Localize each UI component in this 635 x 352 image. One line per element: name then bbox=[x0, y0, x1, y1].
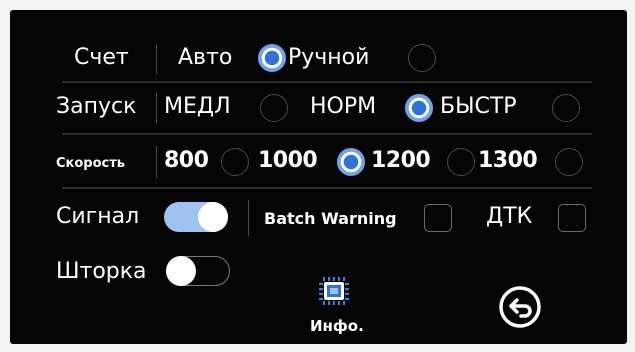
speed-label: Скорость bbox=[56, 156, 125, 171]
count-label: Счет bbox=[74, 45, 129, 70]
count-divider bbox=[156, 44, 157, 74]
count-manual-label: Ручной bbox=[288, 45, 370, 70]
speed-1300-radio[interactable] bbox=[555, 148, 583, 176]
count-manual-radio[interactable] bbox=[408, 44, 436, 72]
speed-1300-label: 1300 bbox=[478, 148, 538, 173]
start-slow-radio[interactable] bbox=[260, 94, 288, 122]
batch-warning-checkbox[interactable] bbox=[424, 204, 452, 232]
info-label: Инфо. bbox=[310, 317, 364, 335]
chip-icon bbox=[319, 277, 349, 305]
info-button[interactable]: Инфо. bbox=[306, 274, 364, 340]
start-fast-radio[interactable] bbox=[552, 94, 580, 122]
dtk-checkbox[interactable] bbox=[558, 204, 586, 232]
toggle-knob bbox=[198, 202, 228, 232]
speed-1200-label: 1200 bbox=[371, 148, 431, 173]
start-slow-label: МЕДЛ bbox=[164, 94, 231, 119]
speed-800-label: 800 bbox=[164, 148, 209, 173]
row-separator bbox=[62, 133, 592, 135]
count-auto-radio[interactable] bbox=[258, 44, 286, 72]
batch-warning-label: Batch Warning bbox=[264, 209, 397, 228]
return-icon[interactable] bbox=[498, 285, 542, 329]
curtain-label: Шторка bbox=[56, 259, 147, 284]
start-fast-label: БЫСТР bbox=[440, 94, 517, 119]
start-label: Запуск bbox=[56, 94, 137, 119]
speed-800-radio[interactable] bbox=[221, 148, 249, 176]
signal-divider bbox=[248, 200, 249, 236]
device-screen: Счет Авто Ручной Запуск МЕДЛ НОРМ БЫСТР … bbox=[10, 10, 627, 344]
speed-1200-radio[interactable] bbox=[447, 148, 475, 176]
speed-1000-label: 1000 bbox=[258, 148, 318, 173]
row-separator bbox=[62, 81, 592, 83]
row-separator bbox=[62, 187, 592, 189]
signal-toggle[interactable] bbox=[164, 202, 228, 232]
toggle-knob bbox=[165, 255, 196, 286]
speed-1000-radio[interactable] bbox=[337, 148, 365, 176]
speed-divider bbox=[156, 146, 157, 178]
start-normal-label: НОРМ bbox=[310, 94, 377, 119]
start-normal-radio[interactable] bbox=[405, 94, 433, 122]
signal-label: Сигнал bbox=[56, 204, 140, 229]
count-auto-label: Авто bbox=[178, 45, 233, 70]
curtain-toggle[interactable] bbox=[165, 255, 230, 286]
dtk-label: ДТК bbox=[486, 204, 533, 229]
start-divider bbox=[156, 92, 157, 124]
